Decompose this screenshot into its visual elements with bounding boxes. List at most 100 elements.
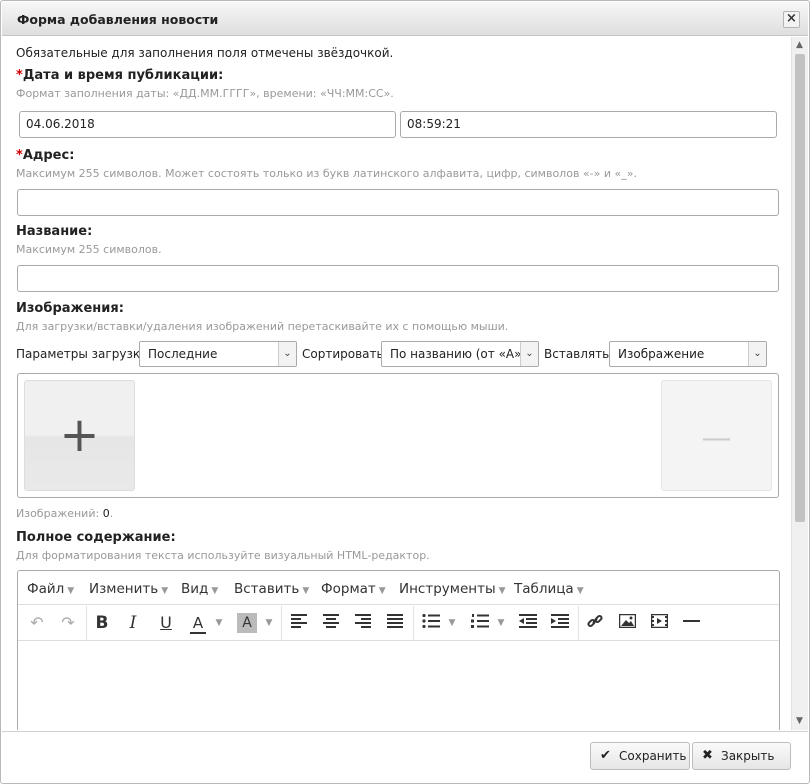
scroll-down-icon[interactable]: ▼ (796, 716, 803, 726)
chevron-down-icon: ⌄ (278, 342, 296, 366)
editor-menubar: Файл ▼ Изменить ▼ Вид ▼ Вставить ▼ Формат ▼ И… (18, 571, 779, 605)
media-icon[interactable] (649, 613, 669, 633)
address-label: *Адрес: (16, 148, 74, 163)
toolbar-separator (413, 606, 414, 640)
link-icon[interactable] (585, 613, 605, 633)
align-center-icon[interactable] (321, 613, 341, 633)
minus-icon: — (701, 421, 732, 456)
add-image-button[interactable]: + (24, 380, 135, 491)
bullet-list-svg (422, 613, 440, 629)
name-hint: Максимум 255 символов. (16, 243, 162, 256)
content-label: Полное содержание: (16, 530, 176, 545)
scroll-up-icon[interactable]: ▲ (796, 40, 803, 50)
chevron-down-icon: ▼ (302, 586, 310, 596)
required-star: * (16, 148, 23, 163)
underline-icon[interactable]: U (155, 613, 177, 633)
image-svg (618, 613, 636, 629)
toolbar-separator (86, 606, 87, 640)
upload-params-value: Последние (148, 347, 218, 361)
italic-icon[interactable]: I (122, 613, 144, 633)
numbered-list-icon[interactable] (470, 613, 490, 633)
close-icon: ✖ (702, 748, 713, 763)
sort-select[interactable]: По названию (от «А» к ⌄ (381, 341, 539, 367)
name-label: Название: (16, 224, 93, 239)
chevron-down-icon: ▼ (378, 586, 386, 596)
upload-params-select[interactable]: Последние ⌄ (139, 341, 297, 367)
images-label: Изображения: (16, 301, 124, 316)
image-icon[interactable] (617, 613, 637, 633)
media-svg (650, 613, 668, 629)
save-button[interactable]: ✔ Сохранить (590, 742, 690, 770)
indent-icon[interactable] (550, 613, 570, 633)
insert-label: Вставлять: (544, 347, 614, 361)
time-input[interactable]: 08:59:21 (400, 111, 777, 138)
align-justify-icon[interactable] (385, 613, 405, 633)
sort-label: Сортировать: (302, 347, 388, 361)
menu-table[interactable]: Таблица ▼ (514, 581, 584, 597)
link-svg (587, 614, 603, 628)
dialog-footer: ✔ Сохранить ✖ Закрыть (2, 731, 808, 783)
bg-color-icon[interactable]: A (237, 613, 257, 633)
menu-view[interactable]: Вид ▼ (181, 581, 218, 597)
redo-icon[interactable]: ↷ (57, 613, 79, 633)
horizontal-rule-icon[interactable] (681, 613, 701, 633)
address-label-text: Адрес: (22, 148, 75, 163)
plus-icon: + (59, 407, 100, 463)
undo-icon[interactable]: ↶ (26, 613, 48, 633)
bold-icon[interactable]: B (91, 613, 113, 633)
text-color-bar (190, 632, 206, 634)
chevron-down-icon: ▼ (211, 586, 219, 596)
chevron-down-icon: ▼ (161, 586, 169, 596)
outdent-icon[interactable] (518, 613, 538, 633)
images-count-value: 0 (102, 507, 110, 520)
close-button-label: Закрыть (721, 749, 775, 763)
chevron-down-icon[interactable]: ▼ (446, 613, 458, 633)
numbered-list-svg (471, 614, 489, 628)
align-right-icon[interactable] (353, 613, 373, 633)
dialog-close-icon[interactable]: × (783, 11, 800, 28)
chevron-down-icon[interactable]: ▼ (495, 613, 507, 633)
indent-svg (551, 614, 569, 628)
menu-tools[interactable]: Инструменты ▼ (399, 581, 506, 597)
images-dropzone[interactable]: + — (17, 373, 779, 498)
save-button-label: Сохранить (619, 749, 687, 763)
text-color-letter: A (192, 614, 204, 632)
name-input[interactable] (17, 265, 779, 292)
dialog-title: Форма добавления новости (17, 12, 219, 27)
align-center-svg (323, 614, 339, 628)
editor-body[interactable] (18, 642, 779, 730)
address-input[interactable] (17, 189, 779, 216)
vertical-scrollbar[interactable]: ▲ ▼ (791, 37, 808, 730)
scrollbar-thumb[interactable] (795, 54, 805, 522)
close-button[interactable]: ✖ Закрыть (692, 742, 791, 770)
content-hint: Для форматирования текста используйте ви… (16, 549, 430, 562)
toolbar-separator (578, 606, 579, 640)
align-justify-svg (387, 614, 403, 628)
sort-value: По названию (от «А» к (390, 347, 533, 361)
menu-format[interactable]: Формат ▼ (321, 581, 386, 597)
menu-file[interactable]: Файл ▼ (27, 581, 74, 597)
align-left-icon[interactable] (289, 613, 309, 633)
insert-select[interactable]: Изображение ⌄ (609, 341, 767, 367)
address-hint: Максимум 255 символов. Может состоять то… (16, 167, 637, 180)
chevron-down-icon[interactable]: ▼ (213, 613, 225, 633)
chevron-down-icon: ▼ (67, 586, 75, 596)
html-editor: Файл ▼ Изменить ▼ Вид ▼ Вставить ▼ Формат ▼ И… (17, 570, 780, 730)
align-left-svg (291, 614, 307, 628)
chevron-down-icon[interactable]: ▼ (263, 613, 275, 633)
chevron-down-icon: ⌄ (748, 342, 766, 366)
align-right-svg (355, 614, 371, 628)
menu-edit[interactable]: Изменить ▼ (89, 581, 168, 597)
images-count: Изображений: 0. (16, 507, 113, 520)
toolbar-separator (281, 606, 282, 640)
news-add-dialog: Форма добавления новости × Обязательные … (0, 0, 810, 784)
form-scroll-area[interactable]: Обязательные для заполнения поля отмечен… (2, 37, 808, 730)
chevron-down-icon: ⌄ (520, 342, 538, 366)
images-hint: Для загрузки/вставки/удаления изображени… (16, 320, 509, 333)
outdent-svg (519, 614, 537, 628)
date-input[interactable]: 04.06.2018 (19, 111, 396, 138)
remove-image-button[interactable]: — (661, 380, 772, 491)
text-color-icon[interactable]: A (187, 613, 209, 634)
bullet-list-icon[interactable] (421, 613, 441, 633)
menu-insert[interactable]: Вставить ▼ (234, 581, 309, 597)
